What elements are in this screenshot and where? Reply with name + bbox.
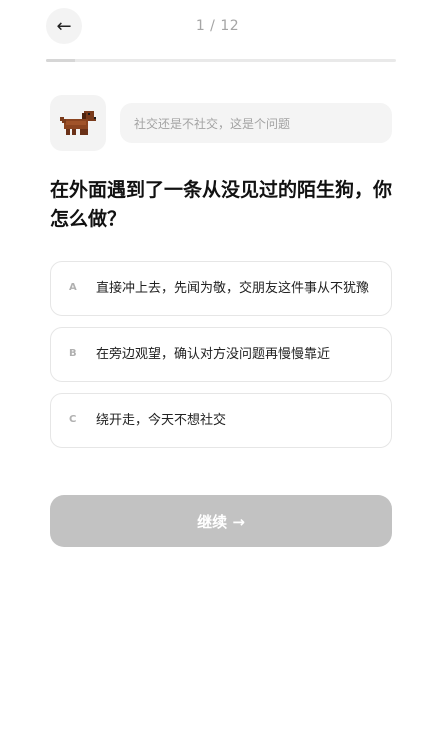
progress-bar bbox=[46, 59, 396, 62]
option-letter: A bbox=[69, 282, 77, 293]
continue-label: 继续 → bbox=[197, 512, 245, 531]
option-letter: B bbox=[69, 348, 77, 359]
prompt-bubble: 社交还是不社交，这是个问题 bbox=[120, 103, 392, 143]
dog-icon bbox=[60, 111, 96, 135]
options-list: A 直接冲上去，先闻为敬，交朋友这件事从不犹豫 B 在旁边观望，确认对方没问题再… bbox=[50, 261, 392, 459]
option-letter: C bbox=[69, 414, 77, 425]
progress-counter: 1 / 12 bbox=[195, 18, 240, 34]
continue-button[interactable]: 继续 → bbox=[50, 495, 392, 547]
option-text: 绕开走，今天不想社交 bbox=[96, 413, 227, 428]
option-a[interactable]: A 直接冲上去，先闻为敬，交朋友这件事从不犹豫 bbox=[50, 261, 392, 316]
option-c[interactable]: C 绕开走，今天不想社交 bbox=[50, 393, 392, 448]
progress-bar-fill bbox=[46, 59, 76, 62]
prompt-bubble-text: 社交还是不社交，这是个问题 bbox=[134, 116, 291, 131]
option-text: 直接冲上去，先闻为敬，交朋友这件事从不犹豫 bbox=[96, 281, 370, 296]
avatar bbox=[50, 95, 106, 151]
question-title: 在外面遇到了一条从没见过的陌生狗，你怎么做？ bbox=[50, 179, 393, 230]
option-text: 在旁边观望，确认对方没问题再慢慢靠近 bbox=[96, 347, 331, 362]
option-b[interactable]: B 在旁边观望，确认对方没问题再慢慢靠近 bbox=[50, 327, 392, 382]
